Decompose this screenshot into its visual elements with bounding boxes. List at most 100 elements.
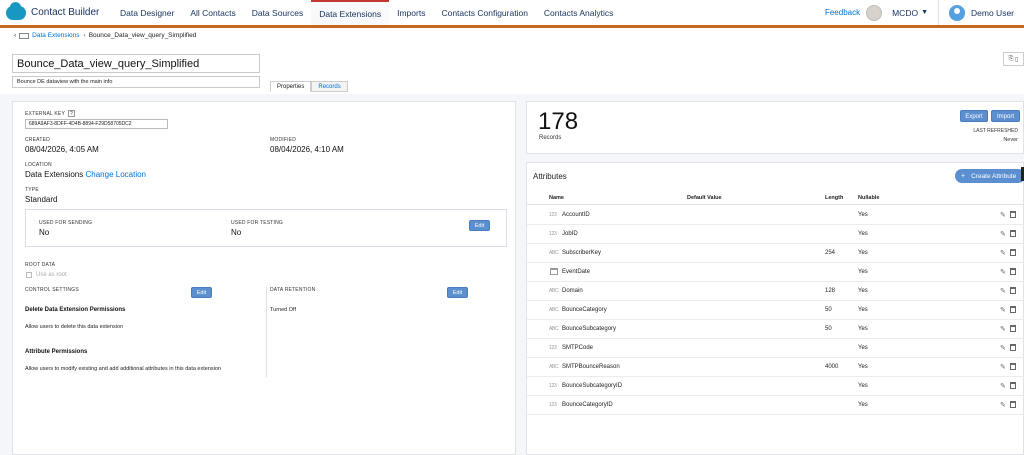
use-as-root-checkbox[interactable] xyxy=(26,272,32,278)
create-attribute-button[interactable]: + Create Attribute xyxy=(955,169,1024,183)
table-row[interactable]: 123 BounceCategoryID Yes ✎ xyxy=(527,396,1024,415)
attribute-length: 128 xyxy=(825,288,836,294)
edit-control-settings-button[interactable]: Edit xyxy=(191,287,212,298)
properties-panel: EXTERNAL KEY? 689A9AF3-8DFF-4D4B-8894-F2… xyxy=(12,101,516,455)
attribute-nullable: Yes xyxy=(858,212,868,218)
column-length[interactable]: Length xyxy=(825,195,843,201)
delete-permissions-text: Allow users to delete this data extensio… xyxy=(25,324,124,330)
tab-properties[interactable]: Properties xyxy=(270,81,312,92)
type-value: Standard xyxy=(25,195,58,204)
import-button[interactable]: Import xyxy=(991,110,1020,122)
trash-icon[interactable] xyxy=(1010,344,1016,351)
pencil-icon[interactable]: ✎ xyxy=(1000,344,1006,352)
number-type-icon: 123 xyxy=(549,402,557,408)
records-summary-panel: 178 Records Export Import LAST REFRESHED… xyxy=(526,101,1024,154)
trash-icon[interactable] xyxy=(1010,249,1016,256)
pencil-icon[interactable]: ✎ xyxy=(1000,268,1006,276)
breadcrumb-parent[interactable]: Data Extensions xyxy=(32,32,79,39)
chevron-left-icon[interactable]: ‹ xyxy=(14,32,16,39)
tab-contacts-configuration[interactable]: Contacts Configuration xyxy=(433,0,535,25)
pencil-icon[interactable]: ✎ xyxy=(1000,230,1006,238)
attributes-title: Attributes xyxy=(533,172,567,181)
trash-icon[interactable] xyxy=(1010,306,1016,313)
table-row[interactable]: ABC SMTPBounceReason 4000 Yes ✎ xyxy=(527,358,1024,377)
table-row[interactable]: ABC BounceCategory 50 Yes ✎ xyxy=(527,301,1024,320)
column-nullable[interactable]: Nullable xyxy=(858,195,879,201)
copy-icon[interactable]: ⎘ xyxy=(1009,56,1014,63)
trash-icon[interactable] xyxy=(1010,325,1016,332)
column-name[interactable]: Name xyxy=(549,195,564,201)
de-name-field[interactable]: Bounce_Data_view_query_Simplified xyxy=(12,54,260,73)
external-key-label: EXTERNAL KEY? xyxy=(25,110,76,117)
tab-data-designer[interactable]: Data Designer xyxy=(112,0,182,25)
table-row[interactable]: 123 AccountID Yes ✎ xyxy=(527,206,1024,225)
trash-icon[interactable] xyxy=(1010,268,1016,275)
table-row[interactable]: 123 SMTPCode Yes ✎ xyxy=(527,339,1024,358)
org-avatar[interactable] xyxy=(866,4,883,21)
attribute-name: SubscriberKey xyxy=(562,250,602,256)
used-for-testing-value: No xyxy=(231,228,242,237)
attribute-name: EventDate xyxy=(562,269,591,275)
attributes-panel: Attributes + Create Attribute Name Defaul… xyxy=(526,162,1024,455)
tab-contacts-analytics[interactable]: Contacts Analytics xyxy=(536,0,621,25)
de-subtabs: Properties Records xyxy=(270,81,348,92)
pencil-icon[interactable]: ✎ xyxy=(1000,401,1006,409)
help-icon[interactable]: ? xyxy=(68,110,76,117)
pencil-icon[interactable]: ✎ xyxy=(1000,249,1006,257)
edit-sending-button[interactable]: Edit xyxy=(469,220,490,231)
user-menu[interactable]: Demo User xyxy=(938,0,1024,25)
column-default-value[interactable]: Default Value xyxy=(687,195,722,201)
tab-all-contacts[interactable]: All Contacts xyxy=(182,0,243,25)
attribute-name: BounceCategoryID xyxy=(562,402,613,408)
number-type-icon: 123 xyxy=(549,231,557,237)
tab-data-sources[interactable]: Data Sources xyxy=(244,0,312,25)
used-for-sending-value: No xyxy=(39,228,50,237)
pencil-icon[interactable]: ✎ xyxy=(1000,325,1006,333)
attribute-nullable: Yes xyxy=(858,345,868,351)
pencil-icon[interactable]: ✎ xyxy=(1000,363,1006,371)
edit-data-retention-button[interactable]: Edit xyxy=(447,287,468,298)
pencil-icon[interactable]: ✎ xyxy=(1000,306,1006,314)
table-row[interactable]: 123 JobID Yes ✎ xyxy=(527,225,1024,244)
trash-icon[interactable]: ▯ xyxy=(1015,56,1018,63)
trash-icon[interactable] xyxy=(1010,382,1016,389)
chevron-down-icon[interactable]: ▼ xyxy=(921,9,928,16)
table-row[interactable]: 123 BounceSubcategoryID Yes ✎ xyxy=(527,377,1024,396)
de-description-field[interactable]: Bounce DE dataview with the main info xyxy=(12,76,260,88)
attribute-length: 254 xyxy=(825,250,836,256)
tab-imports[interactable]: Imports xyxy=(389,0,433,25)
pencil-icon[interactable]: ✎ xyxy=(1000,382,1006,390)
attribute-length: 50 xyxy=(825,307,832,313)
copy-delete-tools[interactable]: ⎘ ▯ xyxy=(1003,52,1024,66)
type-label: TYPE xyxy=(25,187,39,193)
tab-records[interactable]: Records xyxy=(311,81,348,92)
table-row[interactable]: ABC SubscriberKey 254 Yes ✎ xyxy=(527,244,1024,263)
table-row[interactable]: EventDate Yes ✎ xyxy=(527,263,1024,282)
record-count: 178 xyxy=(538,108,579,135)
trash-icon[interactable] xyxy=(1010,401,1016,408)
table-row[interactable]: ABC BounceSubcategory 50 Yes ✎ xyxy=(527,320,1024,339)
export-button[interactable]: Export xyxy=(960,110,988,122)
used-for-sending-label: USED FOR SENDING xyxy=(39,220,93,226)
trash-icon[interactable] xyxy=(1010,211,1016,218)
root-data-label: ROOT DATA xyxy=(25,262,56,268)
use-as-root-label: Use as root xyxy=(36,272,67,278)
record-count-label: Records xyxy=(539,135,562,141)
pencil-icon[interactable]: ✎ xyxy=(1000,287,1006,295)
attribute-nullable: Yes xyxy=(858,307,868,313)
trash-icon[interactable] xyxy=(1010,287,1016,294)
tab-data-extensions[interactable]: Data Extensions xyxy=(311,0,390,25)
created-value: 08/04/2026, 4:05 AM xyxy=(25,145,99,154)
change-location-link[interactable]: Change Location xyxy=(86,170,147,179)
table-row[interactable]: ABC Domain 128 Yes ✎ xyxy=(527,282,1024,301)
org-switcher[interactable]: MCDO xyxy=(892,8,918,18)
trash-icon[interactable] xyxy=(1010,363,1016,370)
brand[interactable]: Contact Builder xyxy=(0,0,112,25)
trash-icon[interactable] xyxy=(1010,230,1016,237)
attribute-permissions-text: Allow users to modify existing and add a… xyxy=(25,366,221,372)
number-type-icon: 123 xyxy=(549,345,557,351)
external-key-field[interactable]: 689A9AF3-8DFF-4D4B-8894-F29D58705DC2 xyxy=(25,119,168,129)
pencil-icon[interactable]: ✎ xyxy=(1000,211,1006,219)
feedback-link[interactable]: Feedback xyxy=(825,8,860,17)
attribute-name: Domain xyxy=(562,288,583,294)
